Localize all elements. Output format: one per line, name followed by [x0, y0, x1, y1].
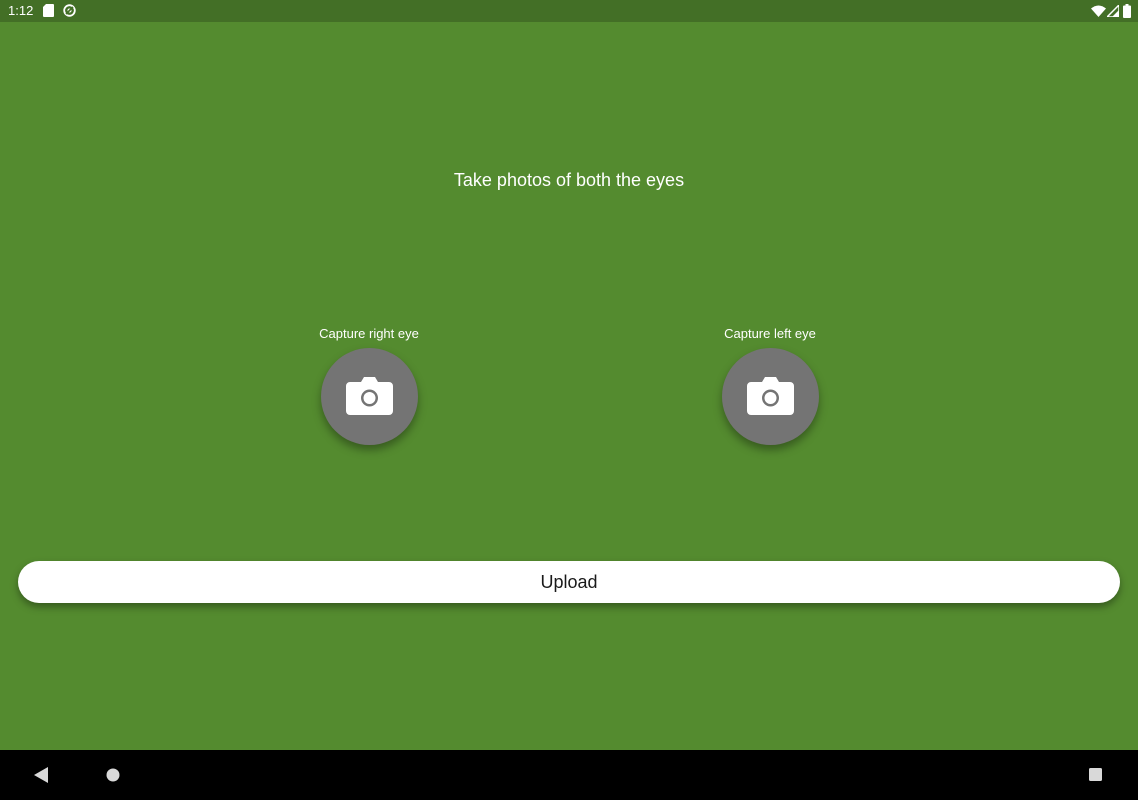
sync-icon — [63, 4, 76, 17]
status-bar: 1:12 — [0, 0, 1138, 22]
upload-button[interactable]: Upload — [18, 561, 1120, 603]
sd-card-icon — [43, 4, 54, 17]
capture-left-eye-group: Capture left eye — [670, 326, 870, 445]
battery-icon — [1123, 4, 1131, 18]
capture-left-eye-label: Capture left eye — [724, 326, 816, 341]
camera-icon — [747, 377, 794, 415]
back-icon[interactable] — [34, 767, 49, 783]
navigation-bar — [0, 750, 1138, 800]
status-time: 1:12 — [8, 3, 34, 18]
capture-right-eye-label: Capture right eye — [319, 326, 419, 341]
home-icon[interactable] — [106, 768, 120, 782]
recents-icon[interactable] — [1089, 768, 1102, 781]
wifi-icon — [1091, 5, 1106, 17]
camera-icon — [346, 377, 393, 415]
capture-right-eye-group: Capture right eye — [269, 326, 469, 445]
signal-icon — [1107, 5, 1119, 17]
capture-right-eye-button[interactable] — [321, 348, 418, 445]
upload-button-label: Upload — [540, 572, 598, 592]
capture-left-eye-button[interactable] — [722, 348, 819, 445]
page-title: Take photos of both the eyes — [453, 170, 685, 190]
app-screen: Take photos of both the eyes Capture rig… — [0, 22, 1138, 750]
